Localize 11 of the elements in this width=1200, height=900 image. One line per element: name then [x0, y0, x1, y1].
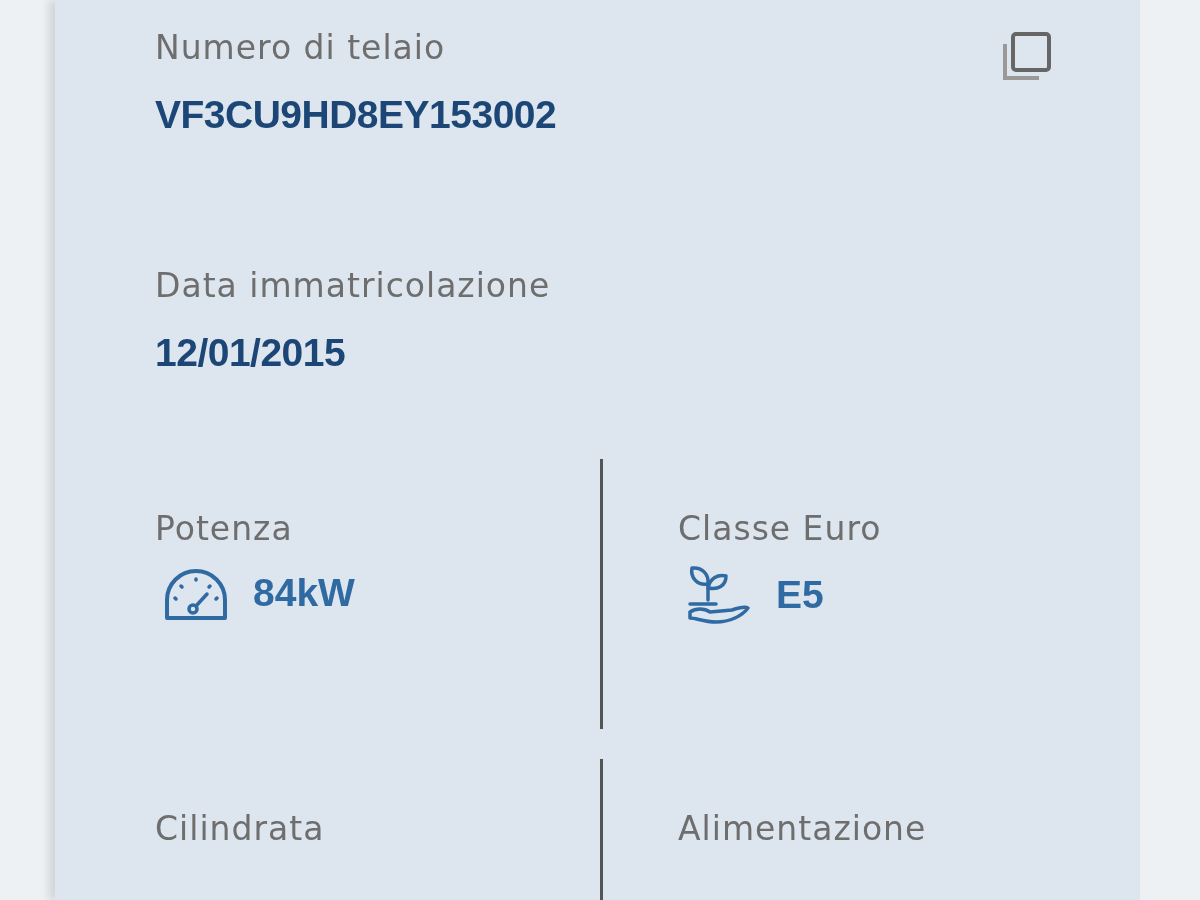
field-label: Numero di telaio	[155, 28, 446, 68]
field-value: E5	[776, 571, 824, 618]
field-value: 12/01/2015	[155, 330, 346, 376]
plant-in-hand-icon	[686, 564, 752, 627]
field-label: Data immatricolazione	[155, 266, 551, 306]
field-label: Potenza	[155, 508, 293, 549]
field-label: Cilindrata	[155, 808, 325, 849]
field-label: Alimentazione	[678, 808, 927, 849]
field-value: 84kW	[253, 569, 355, 616]
field-label: Classe Euro	[678, 508, 882, 549]
field-value: VF3CU9HD8EY153002	[155, 91, 557, 138]
